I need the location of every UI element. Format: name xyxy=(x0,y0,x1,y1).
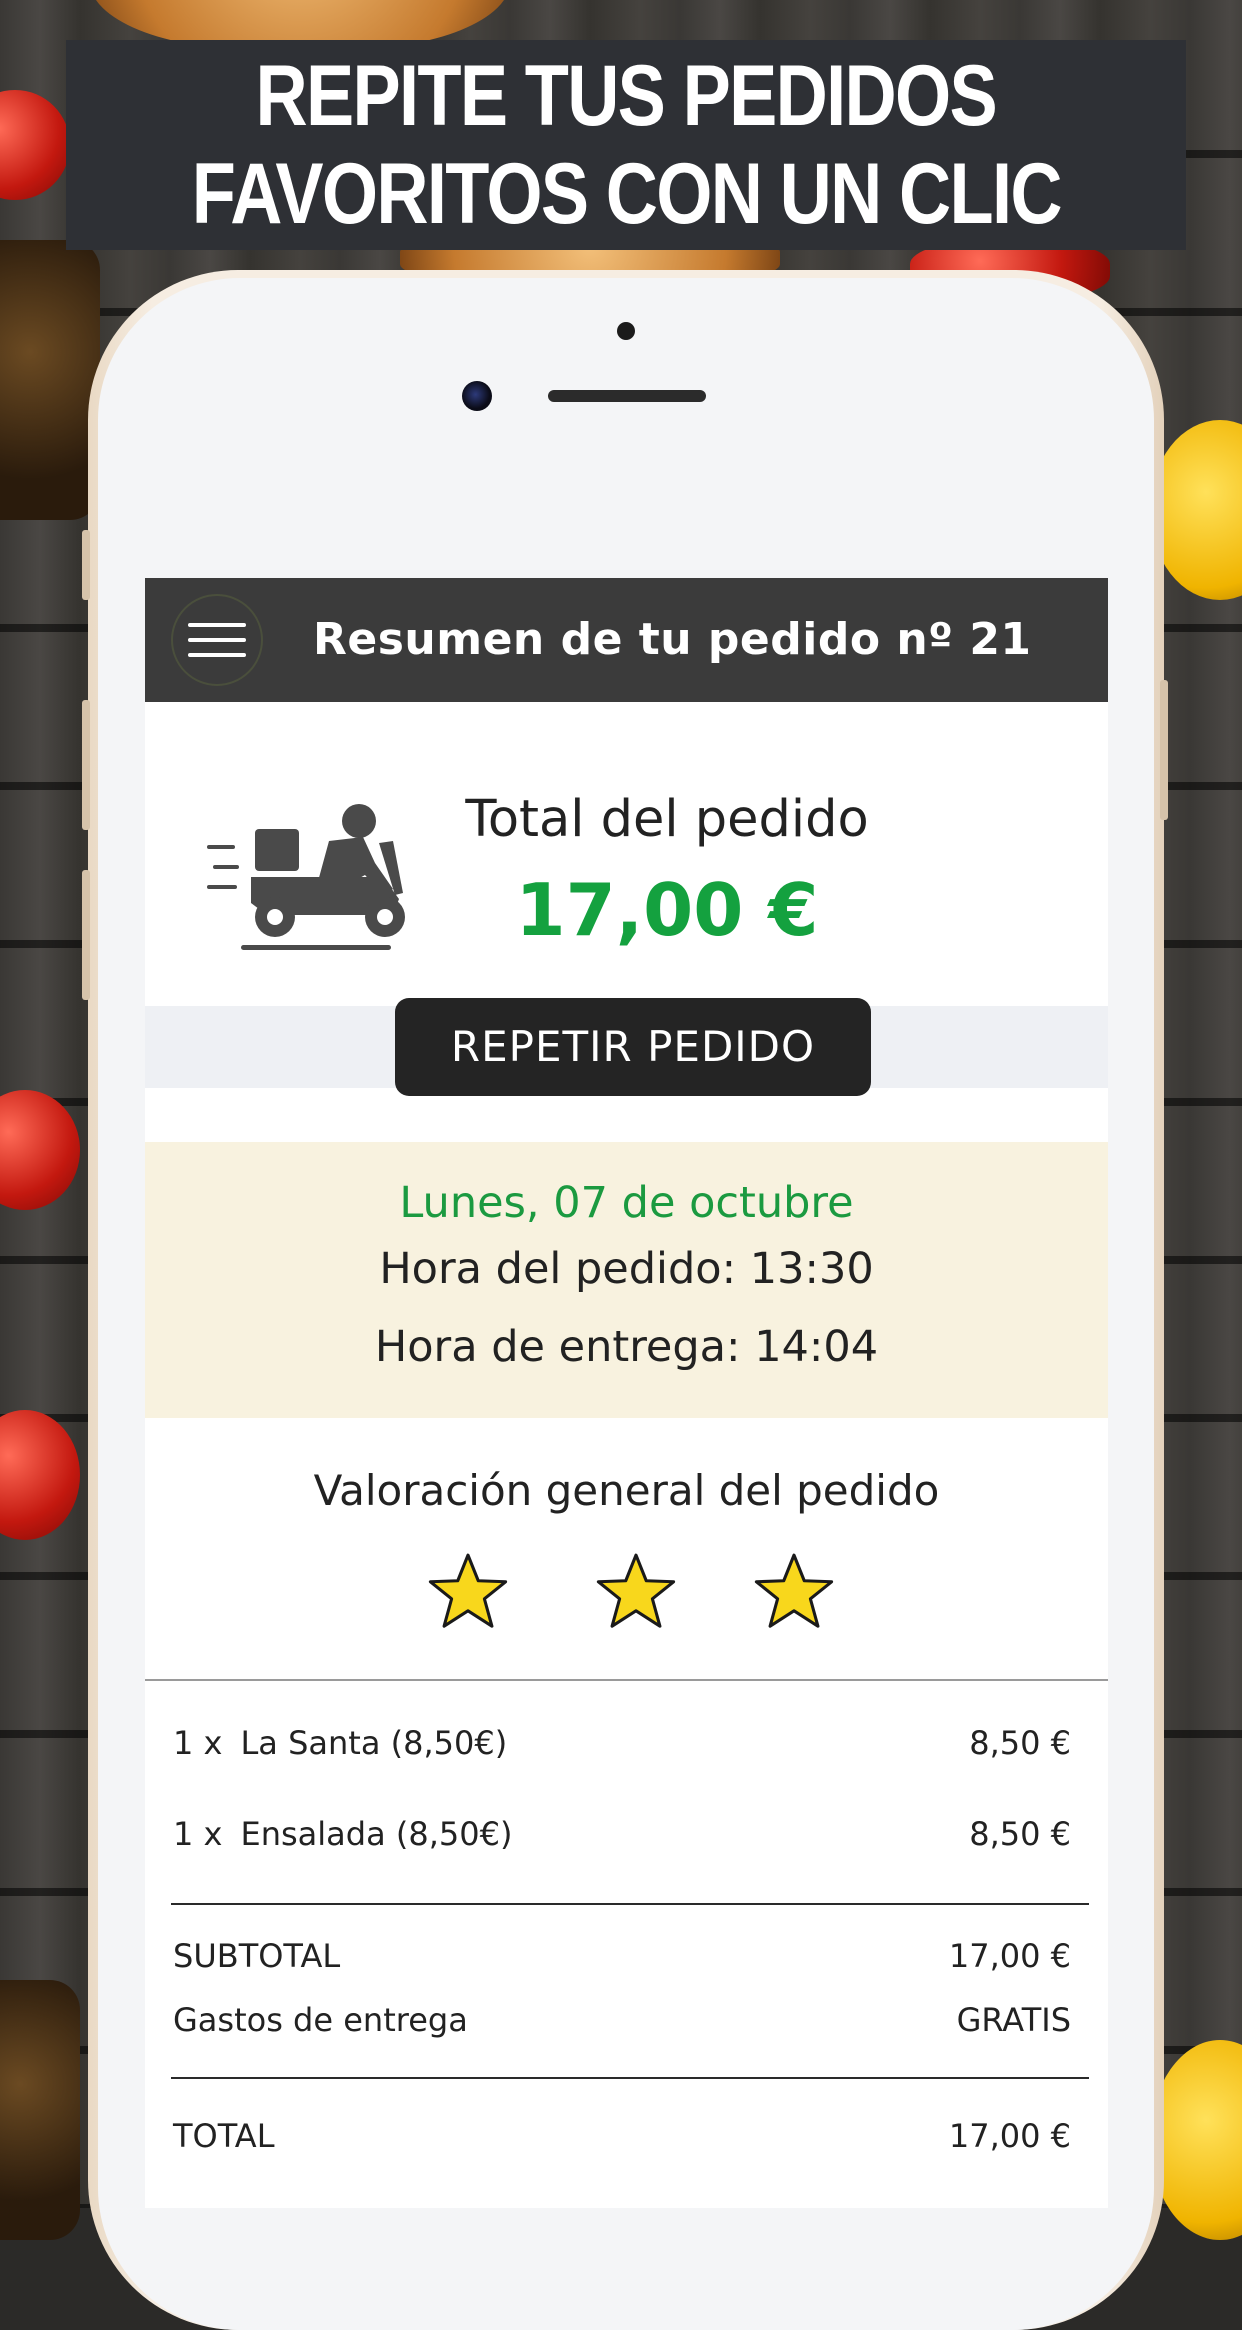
promo-banner: REPITE TUS PEDIDOS FAVORITOS CON UN CLIC xyxy=(66,40,1186,250)
sauce-jar-decoration xyxy=(0,240,100,520)
divider xyxy=(171,1903,1089,1905)
delivery-scooter-icon xyxy=(207,804,405,950)
sauce-jar-decoration xyxy=(0,1980,80,2240)
item-name: Ensalada (8,50€) xyxy=(240,1815,513,1853)
rating-title: Valoración general del pedido xyxy=(313,1466,940,1515)
phone-power-button xyxy=(1160,680,1168,820)
earpiece-speaker xyxy=(548,390,706,402)
delivery-fee-row: Gastos de entrega GRATIS xyxy=(173,2001,1071,2039)
repeat-order-button[interactable]: REPETIR PEDIDO xyxy=(395,998,871,1096)
phone-volume-up-button xyxy=(82,700,90,830)
grand-total-label: TOTAL xyxy=(173,2117,275,2155)
subtotal-row: SUBTOTAL 17,00 € xyxy=(173,1937,1071,1975)
delivery-fee-value: GRATIS xyxy=(956,2001,1071,2039)
order-dates-panel: Lunes, 07 de octubre Hora del pedido: 13… xyxy=(145,1142,1108,1418)
item-name: La Santa (8,50€) xyxy=(240,1724,508,1762)
front-camera xyxy=(462,381,492,411)
star-rating xyxy=(145,1550,1108,1634)
order-time: Hora del pedido: 13:30 xyxy=(379,1244,874,1294)
subtotal-label: SUBTOTAL xyxy=(173,1937,341,1975)
phone-side-button xyxy=(82,530,90,600)
item-quantity: 1 x xyxy=(173,1815,223,1853)
page-title: Resumen de tu pedido nº 21 xyxy=(313,614,1032,665)
divider xyxy=(171,2077,1089,2079)
line-item-row: 1 x La Santa (8,50€) 8,50 € xyxy=(173,1724,1071,1762)
order-total-label: Total del pedido xyxy=(465,790,869,849)
star-icon[interactable] xyxy=(427,1550,509,1632)
delivery-fee-label: Gastos de entrega xyxy=(173,2001,468,2039)
item-quantity: 1 x xyxy=(173,1724,223,1762)
banner-line-2: FAVORITOS CON UN CLIC xyxy=(191,146,1062,242)
star-icon[interactable] xyxy=(595,1550,677,1632)
line-item-row: 1 x Ensalada (8,50€) 8,50 € xyxy=(173,1815,1071,1853)
hamburger-menu-icon[interactable] xyxy=(171,594,263,686)
grand-total-value: 17,00 € xyxy=(948,2117,1071,2155)
phone-volume-down-button xyxy=(82,870,90,1000)
app-screen: Resumen de tu pedido nº 21 Total del ped… xyxy=(145,578,1108,2208)
star-icon[interactable] xyxy=(753,1550,835,1632)
order-total-value: 17,00 € xyxy=(515,868,819,952)
divider xyxy=(145,1679,1108,1681)
item-price: 8,50 € xyxy=(969,1724,1071,1762)
app-header: Resumen de tu pedido nº 21 xyxy=(145,578,1108,702)
order-date: Lunes, 07 de octubre xyxy=(399,1178,854,1228)
delivery-time: Hora de entrega: 14:04 xyxy=(374,1322,879,1372)
grand-total-row: TOTAL 17,00 € xyxy=(173,2117,1071,2155)
banner-line-1: REPITE TUS PEDIDOS xyxy=(255,48,998,144)
subtotal-value: 17,00 € xyxy=(948,1937,1071,1975)
item-price: 8,50 € xyxy=(969,1815,1071,1853)
proximity-sensor xyxy=(617,322,635,340)
